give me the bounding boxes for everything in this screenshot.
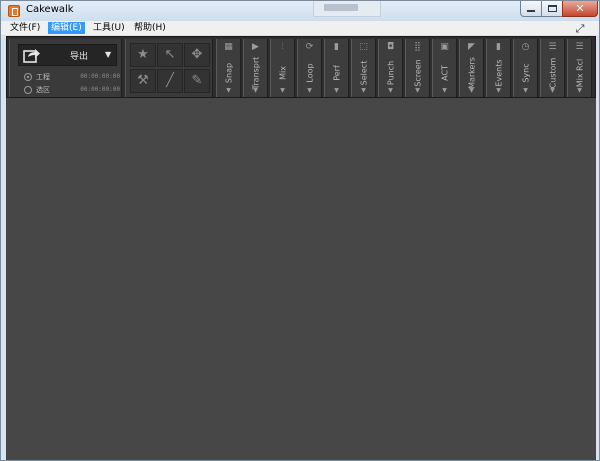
- chevron-down-icon[interactable]: ▼: [460, 87, 483, 94]
- close-button[interactable]: ✕: [562, 1, 598, 17]
- chevron-down-icon[interactable]: ▼: [244, 87, 267, 94]
- chevron-down-icon[interactable]: ▼: [325, 87, 348, 94]
- module-select[interactable]: ⬚ Select ▼: [351, 39, 376, 97]
- chevron-down-icon[interactable]: ▼: [433, 87, 456, 94]
- module-screen[interactable]: ⣿ Screen ▼: [405, 39, 430, 97]
- events-icon: ▮: [496, 42, 501, 52]
- module-sync[interactable]: ◷ Sync ▼: [513, 39, 538, 97]
- menu-help[interactable]: 帮助(H): [131, 22, 169, 34]
- module-custom-label: Custom: [548, 57, 558, 89]
- export-option-selection[interactable]: 选区 00:00:00:00: [24, 85, 120, 96]
- background-window-fragment: [313, 1, 381, 17]
- radio-selection-label: 选区: [36, 86, 50, 94]
- chevron-down-icon[interactable]: ▼: [379, 87, 402, 94]
- close-icon: ✕: [575, 2, 585, 15]
- radio-project[interactable]: [24, 73, 32, 81]
- clock-icon: ◷: [521, 42, 530, 52]
- module-markers[interactable]: ◤ Markers ▼: [459, 39, 484, 97]
- radio-selection[interactable]: [24, 86, 32, 94]
- punch-icon: ◘: [386, 42, 395, 52]
- chevron-down-icon[interactable]: ▼: [487, 87, 510, 94]
- selection-time: 00:00:00:00: [80, 86, 120, 93]
- module-act[interactable]: ▣ ACT ▼: [432, 39, 457, 97]
- erase-tool-icon[interactable]: ✎: [184, 69, 210, 93]
- module-screen-label: Screen: [413, 59, 423, 87]
- menu-edit[interactable]: 编辑(E): [48, 22, 85, 34]
- module-select-label: Select: [359, 60, 369, 86]
- module-perf[interactable]: ▮ Perf ▼: [324, 39, 349, 97]
- minimize-icon: [527, 9, 535, 12]
- select-tool-icon[interactable]: ↖: [157, 43, 183, 67]
- expand-icon[interactable]: ⤢: [573, 22, 587, 36]
- module-events-label: Events: [494, 59, 504, 87]
- module-events[interactable]: ▮ Events ▼: [486, 39, 511, 97]
- module-punch[interactable]: ◘ Punch ▼: [378, 39, 403, 97]
- chevron-down-icon[interactable]: ▼: [406, 87, 429, 94]
- menu-file[interactable]: 文件(F): [7, 22, 43, 34]
- loop-icon: ⟳: [305, 42, 314, 52]
- tools-module: ★ ↖ ✥ ⚒ ╱ ✎: [125, 39, 213, 97]
- module-transport[interactable]: ▶ Transprt ▼: [243, 39, 268, 97]
- minimize-button[interactable]: [520, 1, 542, 17]
- title-bar[interactable]: Cakewalk ✕: [1, 1, 599, 21]
- export-option-project[interactable]: 工程 00:00:00:00: [24, 72, 120, 83]
- move-tool-icon[interactable]: ✥: [184, 43, 210, 67]
- module-snap-label: Snap: [224, 62, 234, 84]
- play-icon: ▶: [252, 42, 259, 52]
- export-icon: [23, 49, 40, 63]
- cakewalk-app-icon[interactable]: [8, 5, 20, 17]
- module-act-label: ACT: [440, 65, 450, 81]
- module-snap[interactable]: ▦ Snap ▼: [216, 39, 241, 97]
- workspace-area[interactable]: [6, 98, 596, 460]
- chevron-down-icon[interactable]: ▼: [271, 87, 294, 94]
- menu-icon: ☰: [575, 42, 584, 52]
- module-punch-label: Punch: [386, 60, 396, 86]
- project-time: 00:00:00:00: [80, 73, 120, 80]
- control-bar: 导出 ▼ 工程 00:00:00:00 选区 00:00:00:00 ★ ↖ ✥…: [6, 36, 596, 98]
- screen-icon: ⣿: [414, 42, 421, 52]
- export-button[interactable]: 导出 ▼: [18, 44, 117, 66]
- chevron-down-icon[interactable]: ▼: [217, 87, 240, 94]
- edit-tool-icon[interactable]: ⚒: [130, 69, 156, 93]
- snap-icon: ▦: [224, 42, 233, 52]
- chevron-down-icon[interactable]: ▼: [298, 87, 321, 94]
- app-window: Cakewalk ✕ 文件(F) 编辑(E) 工具(U) 帮助(H) ⤢ 导出 …: [0, 0, 600, 461]
- module-loop[interactable]: ⟳ Loop ▼: [297, 39, 322, 97]
- draw-tool-icon[interactable]: ╱: [157, 69, 183, 93]
- export-label: 导出: [70, 52, 89, 62]
- chevron-down-icon[interactable]: ▼: [568, 87, 591, 94]
- window-title: Cakewalk: [26, 4, 74, 15]
- module-mix-recall-label: Mix Rcl: [575, 58, 585, 88]
- maximize-button[interactable]: [541, 1, 563, 17]
- chevron-down-icon[interactable]: ▼: [541, 87, 564, 94]
- module-sync-label: Sync: [521, 63, 531, 83]
- module-mix-label: Mix: [278, 66, 288, 80]
- module-transport-label: Transprt: [251, 56, 261, 90]
- menu-icon: ☰: [548, 42, 557, 52]
- mixer-icon: ⫶: [281, 42, 284, 52]
- module-markers-label: Markers: [467, 57, 477, 89]
- menu-bar: 文件(F) 编辑(E) 工具(U) 帮助(H) ⤢: [1, 21, 599, 35]
- smart-tool-icon[interactable]: ★: [130, 43, 156, 67]
- module-custom[interactable]: ☰ Custom ▼: [540, 39, 565, 97]
- performance-icon: ▮: [334, 42, 339, 52]
- chevron-down-icon[interactable]: ▼: [352, 87, 375, 94]
- radio-project-label: 工程: [36, 73, 50, 81]
- maximize-icon: [547, 5, 557, 12]
- module-loop-label: Loop: [305, 63, 315, 83]
- chevron-down-icon[interactable]: ▼: [514, 87, 537, 94]
- menu-tools[interactable]: 工具(U): [90, 22, 128, 34]
- module-mix[interactable]: ⫶ Mix ▼: [270, 39, 295, 97]
- marker-icon: ◤: [468, 42, 475, 52]
- module-perf-label: Perf: [332, 65, 342, 81]
- module-mix-recall[interactable]: ☰ Mix Rcl ▼: [567, 39, 592, 97]
- select-icon: ⬚: [359, 42, 368, 52]
- act-icon: ▣: [440, 42, 449, 52]
- export-module: 导出 ▼ 工程 00:00:00:00 选区 00:00:00:00: [9, 39, 122, 97]
- export-dropdown-icon[interactable]: ▼: [105, 50, 111, 59]
